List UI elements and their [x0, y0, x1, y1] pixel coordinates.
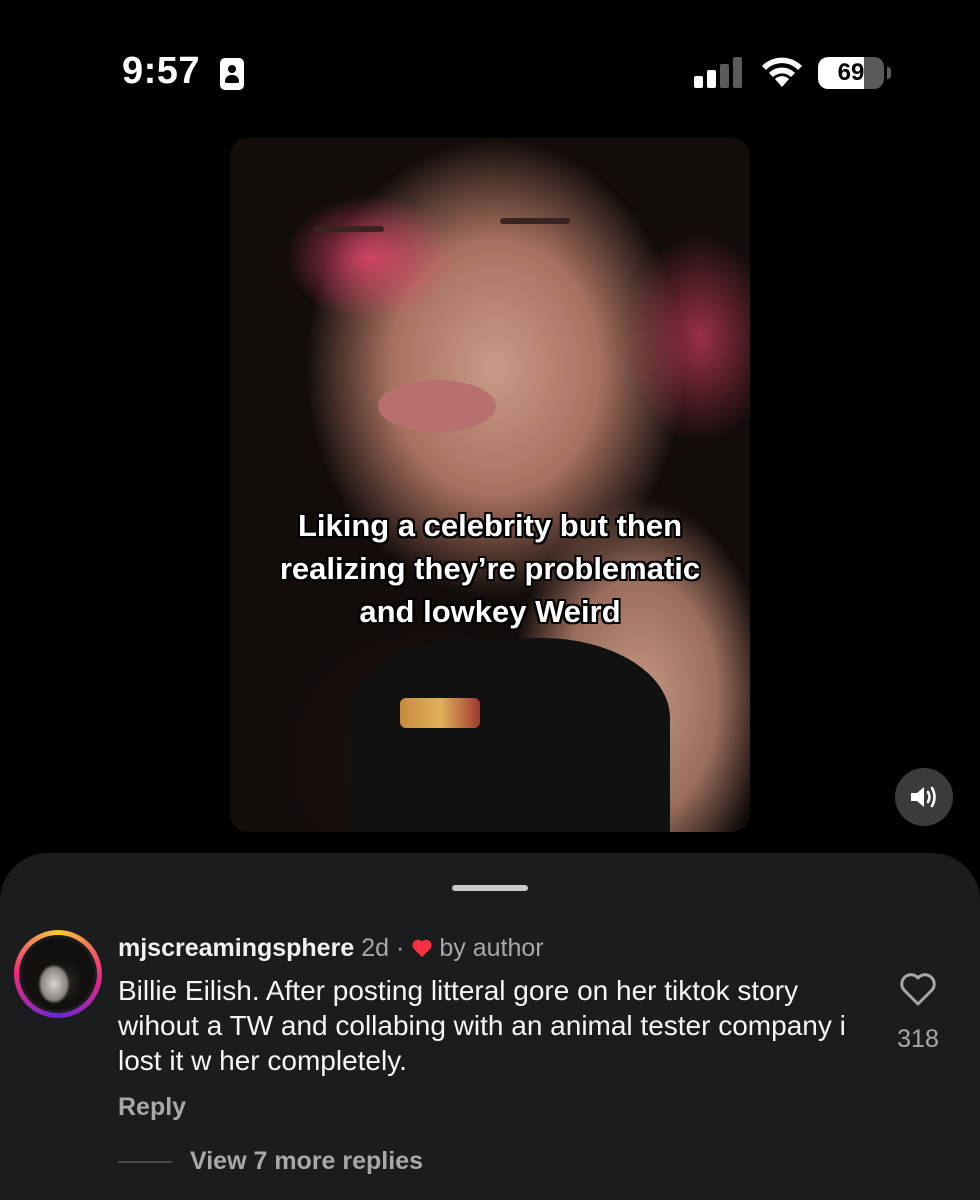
- like-count: 318: [897, 1025, 939, 1053]
- sound-toggle-button[interactable]: [895, 768, 953, 826]
- video-player[interactable]: Liking a celebrity but then realizing th…: [230, 138, 750, 832]
- speaker-on-icon: [911, 786, 936, 808]
- liked-by-author-heart-icon: [412, 939, 432, 958]
- status-time: 9:57: [122, 50, 201, 92]
- replies-divider: [118, 1161, 172, 1163]
- battery-icon: 69: [818, 57, 884, 89]
- avatar-border: [19, 935, 97, 1013]
- status-bar: 9:57 69: [0, 0, 980, 130]
- comment-text: Billie Eilish. After posting litteral go…: [118, 975, 846, 1076]
- liked-by-author-label: by author: [439, 933, 544, 962]
- video-frame-detail: [350, 638, 670, 832]
- video-caption: Liking a celebrity but then realizing th…: [279, 508, 701, 629]
- dot-separator: ·: [396, 933, 405, 962]
- comment-header: mjscreamingsphere 2d · by author: [118, 933, 544, 963]
- avatar[interactable]: [14, 930, 102, 1018]
- battery-cap: [887, 67, 891, 79]
- comment-age: 2d: [361, 933, 390, 962]
- like-heart-icon[interactable]: [898, 971, 938, 1007]
- video-frame-detail: [314, 226, 384, 232]
- view-more-replies-button[interactable]: View 7 more replies: [190, 1147, 423, 1176]
- battery-percent: 69: [837, 59, 865, 86]
- comments-sheet: mjscreamingsphere 2d · by author Billie …: [0, 853, 980, 1200]
- avatar-image: [22, 938, 94, 1010]
- sheet-drag-handle[interactable]: [452, 885, 528, 891]
- wifi-icon: [762, 57, 802, 87]
- focus-person-icon: [220, 58, 244, 90]
- cellular-signal-icon: [694, 57, 742, 88]
- comment-username[interactable]: mjscreamingsphere: [118, 934, 354, 963]
- video-frame-detail: [500, 218, 570, 224]
- reply-button[interactable]: Reply: [118, 1093, 186, 1122]
- video-frame-detail: [400, 698, 480, 728]
- video-frame-detail: [378, 380, 496, 432]
